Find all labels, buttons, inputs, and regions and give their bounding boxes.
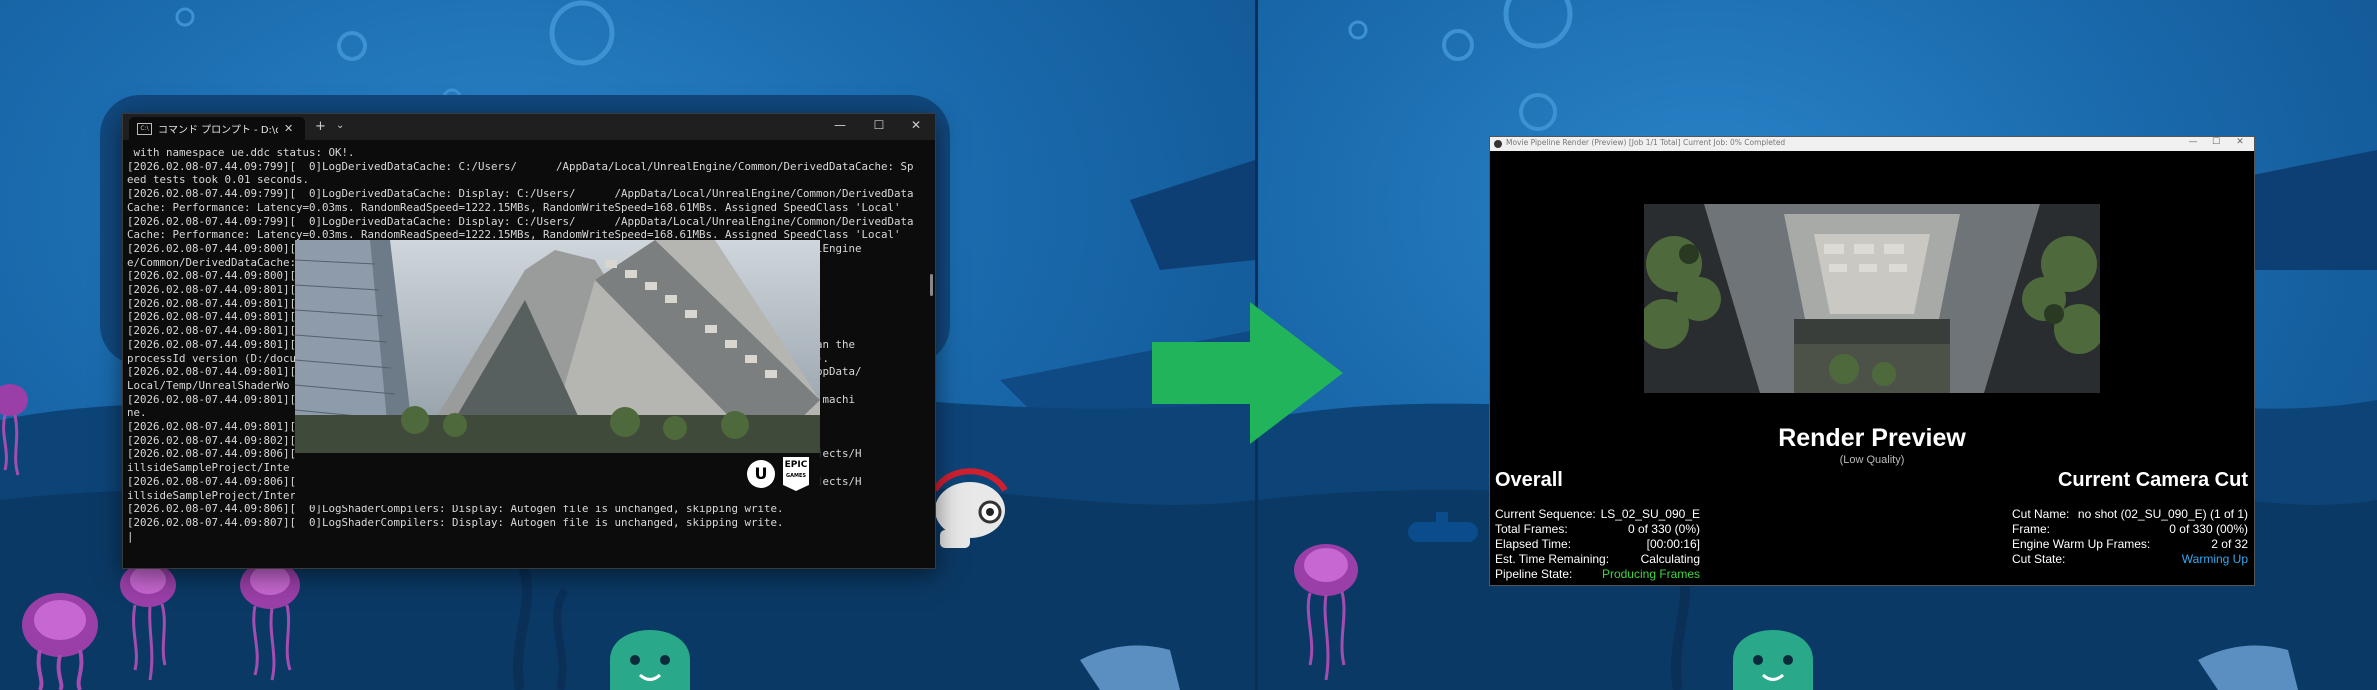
stat-label: Est. Time Remaining: [1495, 552, 1610, 566]
stat-label: Total Frames: [1495, 522, 1568, 536]
terminal-tab[interactable]: C:\ コマンド プロンプト - D:\documer ✕ [129, 117, 305, 140]
movie-render-preview-window[interactable]: Movie Pipeline Render (Preview) [Job 1/1… [1489, 136, 2255, 586]
unreal-engine-logo: U [747, 460, 775, 488]
stat-label: Pipeline State: [1495, 567, 1573, 581]
close-window-button[interactable]: ✕ [2230, 137, 2250, 147]
terminal-tab-title: コマンド プロンプト - D:\documer [158, 125, 278, 136]
stat-value: [00:00:16] [1646, 537, 1700, 551]
stat-label: Cut Name: [2012, 507, 2070, 521]
terminal-line: [2026.02.08-07.44.09:807][ 0]LogShaderCo… [127, 515, 784, 529]
epic-games-logo: EPIC GAMES [783, 457, 809, 491]
bubble [549, 0, 615, 66]
stat-row-cut-name: Cut Name: no shot (02_SU_090_E) (1 of 1) [2012, 507, 2248, 522]
stat-label: Cut State: [2012, 552, 2066, 566]
stat-row-pipeline-state: Pipeline State: Producing Frames [1495, 567, 1700, 582]
epic-logo-subtext: GAMES [786, 473, 806, 479]
stat-value: 0 of 330 (00%) [2169, 522, 2248, 536]
green-creature [610, 630, 690, 690]
terminal-line: [2026.02.08-07.44.09:799][ 0]LogDerivedD… [127, 187, 914, 201]
stat-label: Current Sequence: [1495, 507, 1596, 521]
chevron-down-icon[interactable]: ⌄ [336, 120, 344, 131]
terminal-icon: C:\ [137, 122, 152, 135]
unreal-app-icon [1494, 140, 1502, 148]
render-quality-label: (Low Quality) [1839, 454, 1905, 466]
stat-value: 2 of 32 [2211, 537, 2248, 551]
terminal-line: Cache: Performance: Latency=0.03ms. Rand… [127, 200, 901, 214]
stat-row-time-remaining: Est. Time Remaining: Calculating [1495, 552, 1700, 567]
stat-value: 0 of 330 (0%) [1627, 522, 1700, 536]
bubble [1503, 0, 1573, 49]
wallpaper-shape [1130, 160, 1255, 270]
close-tab-icon[interactable]: ✕ [284, 122, 293, 135]
render-window-title: Movie Pipeline Render (Preview) [Job 1/1… [1506, 138, 1786, 147]
logo-strip: U EPIC GAMES [295, 453, 820, 505]
stat-row-current-sequence: Current Sequence: LS_02_SU_090_E [1495, 507, 1700, 522]
render-preview-image [1644, 204, 2100, 393]
stat-value: no shot (02_SU_090_E) (1 of 1) [2077, 507, 2248, 521]
overall-stats: Current Sequence: LS_02_SU_090_E Total F… [1495, 507, 1700, 587]
stat-value: LS_02_SU_090_E [1600, 507, 1700, 521]
stat-row-total-frames: Total Frames: 0 of 330 (0%) [1495, 522, 1700, 537]
minimize-button[interactable]: — [825, 118, 855, 132]
terminal-titlebar[interactable]: C:\ コマンド プロンプト - D:\documer ✕ + ⌄ — ☐ ✕ [123, 114, 935, 140]
cut-state-value: Warming Up [2181, 552, 2248, 566]
minimize-button[interactable]: — [2183, 137, 2203, 147]
stat-row-frame: Frame: 0 of 330 (00%) [2012, 522, 2248, 537]
maximize-button[interactable]: ☐ [2206, 137, 2226, 147]
render-window-titlebar[interactable]: Movie Pipeline Render (Preview) [Job 1/1… [1490, 137, 2254, 151]
terminal-line: | [127, 529, 134, 543]
epic-logo-text: EPIC [784, 460, 808, 470]
terminal-line: [2026.02.08-07.44.09:799][ 0]LogDerivedD… [127, 159, 914, 173]
render-preview-heading: Render Preview [1778, 424, 1966, 452]
maximize-button[interactable]: ☐ [864, 118, 894, 132]
camera-cut-heading: Current Camera Cut [2057, 469, 2248, 491]
bubble [1442, 29, 1474, 61]
pipeline-state-value: Producing Frames [1601, 567, 1700, 581]
stat-label: Frame: [2012, 522, 2051, 536]
close-window-button[interactable]: ✕ [901, 118, 931, 132]
terminal-line: [2026.02.08-07.44.09:799][ 0]LogDerivedD… [127, 214, 914, 228]
terminal-line: eed tests took 0.01 seconds. [127, 173, 310, 187]
unreal-splash-image: U EPIC GAMES [295, 240, 820, 505]
overall-heading: Overall [1495, 469, 1563, 491]
bubble [1519, 93, 1557, 131]
stat-row-cut-state: Cut State: Warming Up [2012, 552, 2248, 567]
bubble [1348, 20, 1368, 40]
bubble [175, 7, 195, 27]
stat-value: Calculating [1640, 552, 1700, 566]
architecture-render-image [295, 240, 820, 453]
stat-row-elapsed-time: Elapsed Time: [00:00:16] [1495, 537, 1700, 552]
green-creature [1733, 630, 1813, 690]
stat-label: Elapsed Time: [1495, 537, 1572, 551]
right-arrow-icon [1152, 302, 1343, 444]
terminal-scrollbar[interactable] [930, 274, 933, 296]
bubble [337, 31, 367, 61]
stat-row-warm-up-frames: Engine Warm Up Frames: 2 of 32 [2012, 537, 2248, 552]
terminal-line: with namespace ue.ddc status: OK!. [127, 146, 355, 159]
new-tab-button[interactable]: + [315, 119, 326, 134]
stat-label: Engine Warm Up Frames: [2012, 537, 2151, 551]
camera-cut-stats: Cut Name: no shot (02_SU_090_E) (1 of 1)… [2012, 507, 2248, 567]
